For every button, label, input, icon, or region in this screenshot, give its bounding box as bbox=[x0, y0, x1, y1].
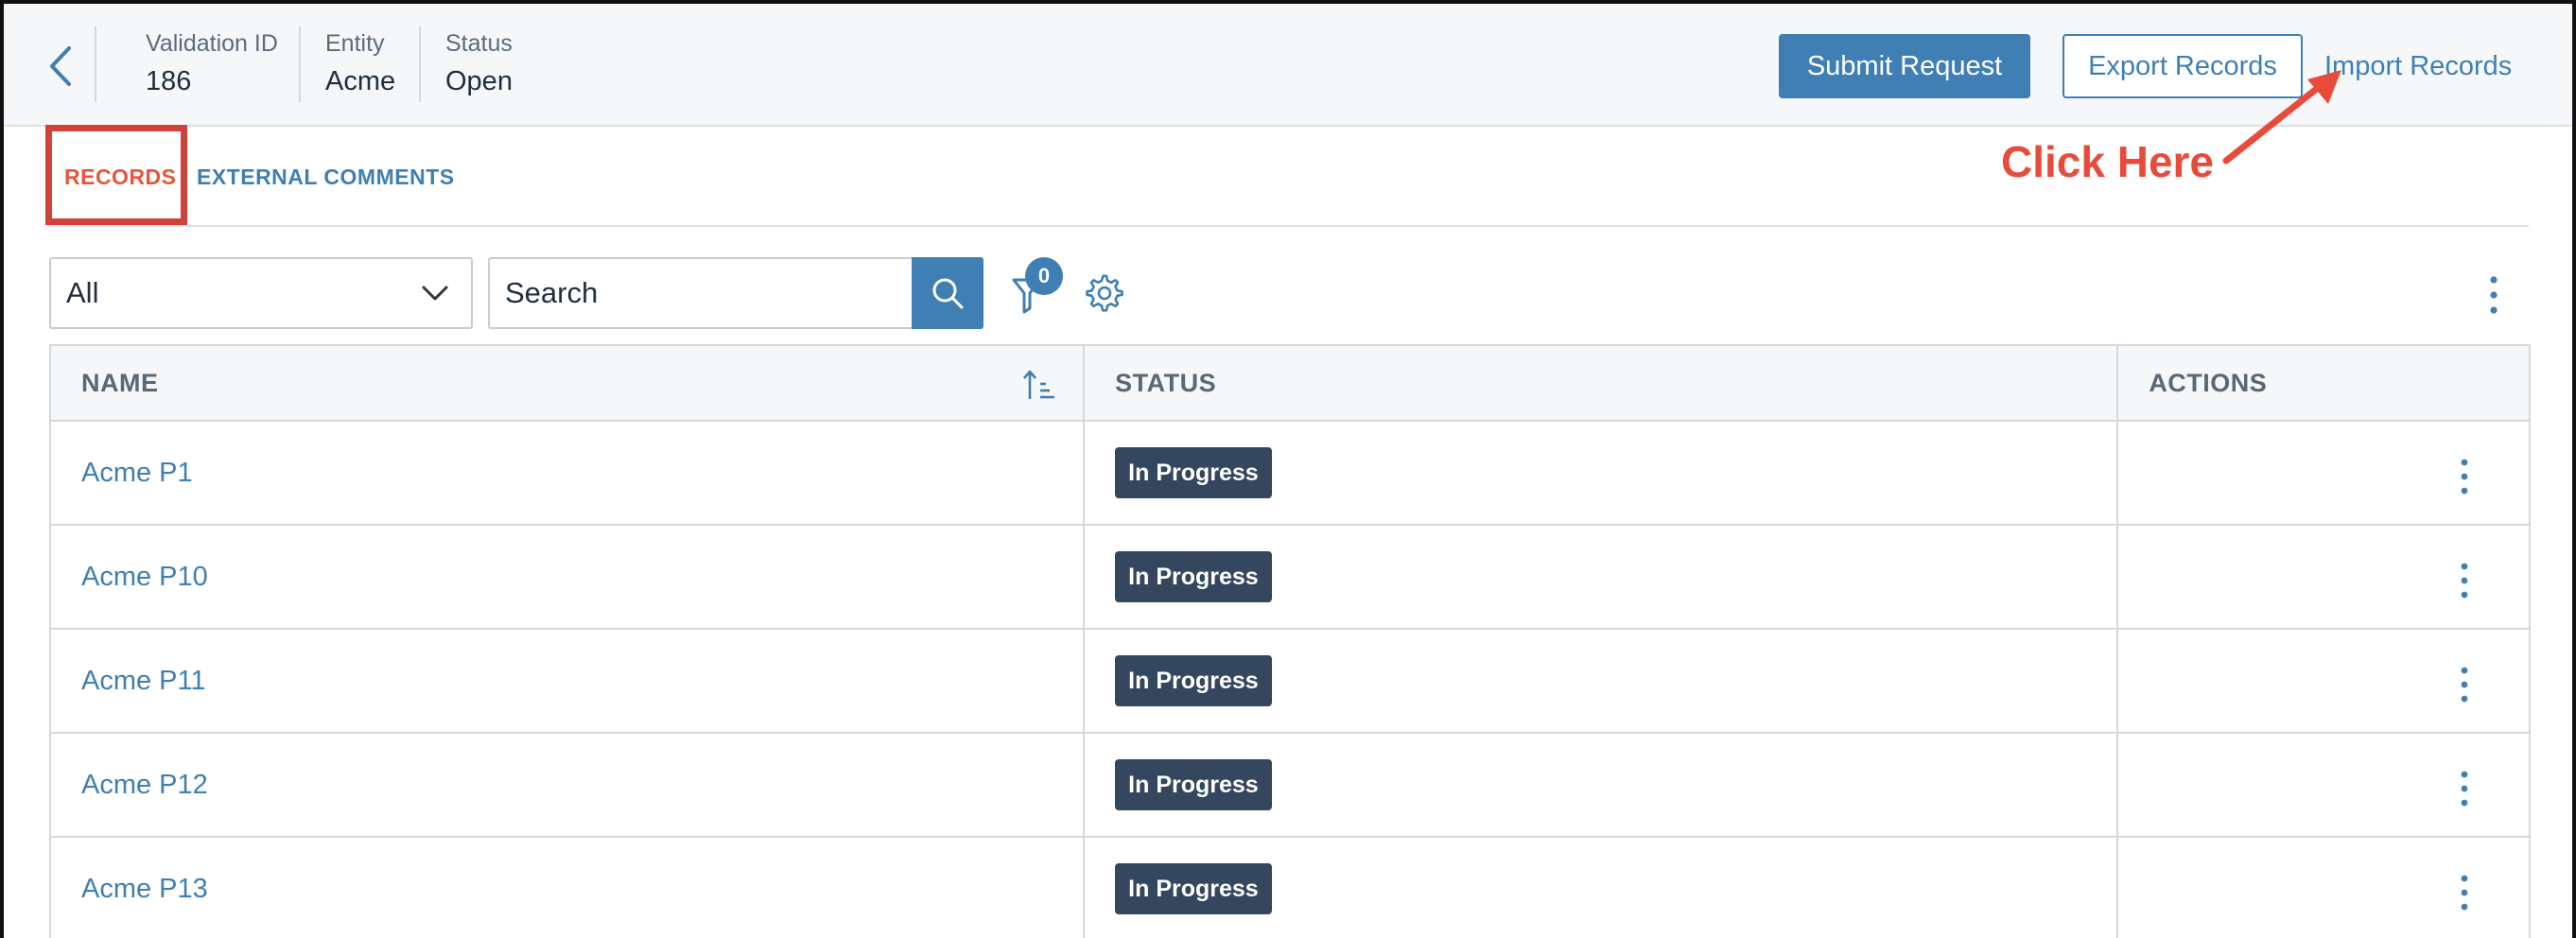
record-name-link[interactable]: Acme P12 bbox=[81, 770, 208, 801]
column-header-actions: ACTIONS bbox=[2149, 368, 2268, 397]
search-button[interactable] bbox=[912, 257, 983, 329]
kebab-icon[interactable] bbox=[2455, 872, 2474, 913]
meta-value: 186 bbox=[146, 66, 192, 96]
view-select[interactable]: All bbox=[49, 257, 473, 329]
sort-ascending-icon[interactable] bbox=[1022, 369, 1056, 403]
meta-entity: Entity Acme bbox=[299, 26, 420, 102]
table-row: Acme P12 In Progress bbox=[51, 734, 2529, 838]
search-input[interactable] bbox=[488, 257, 912, 329]
submit-request-button[interactable]: Submit Request bbox=[1779, 34, 2030, 98]
search-icon bbox=[932, 278, 964, 309]
record-name-link[interactable]: Acme P11 bbox=[81, 666, 206, 697]
meta-label: Entity bbox=[325, 30, 385, 57]
status-badge: In Progress bbox=[1115, 447, 1272, 498]
status-badge: In Progress bbox=[1115, 759, 1272, 810]
import-records-button[interactable]: Import Records bbox=[2324, 34, 2532, 98]
status-badge: In Progress bbox=[1115, 551, 1272, 602]
chevron-down-icon bbox=[422, 286, 448, 301]
tab-external-comments[interactable]: EXTERNAL COMMENTS bbox=[197, 165, 455, 190]
kebab-icon[interactable] bbox=[2455, 456, 2474, 497]
arrow-icon bbox=[2222, 70, 2341, 165]
kebab-icon[interactable] bbox=[2455, 560, 2474, 601]
gear-icon[interactable] bbox=[1086, 274, 1123, 312]
chevron-left-icon bbox=[50, 46, 71, 86]
select-value: All bbox=[66, 276, 99, 309]
meta-status: Status Open bbox=[419, 26, 551, 102]
record-name-link[interactable]: Acme P10 bbox=[81, 562, 208, 593]
column-header-status: STATUS bbox=[1085, 346, 2119, 420]
highlight-box bbox=[45, 125, 187, 225]
page-header: Validation ID 186 Entity Acme Status Ope… bbox=[4, 4, 2572, 127]
meta-value: Acme bbox=[325, 66, 396, 96]
column-header-label: NAME bbox=[81, 368, 159, 397]
back-button[interactable] bbox=[42, 38, 79, 95]
meta-label: Validation ID bbox=[146, 30, 278, 57]
table-header: NAME STATUS ACTIONS bbox=[51, 346, 2529, 422]
record-name-link[interactable]: Acme P1 bbox=[81, 458, 193, 489]
kebab-icon[interactable] bbox=[2481, 272, 2506, 318]
meta-label: Status bbox=[445, 30, 513, 57]
status-badge: In Progress bbox=[1115, 863, 1272, 914]
record-name-link[interactable]: Acme P13 bbox=[81, 874, 208, 905]
records-table: NAME STATUS ACTIONS Acme P1 In Progress … bbox=[49, 344, 2531, 938]
table-row: Acme P13 In Progress bbox=[51, 838, 2529, 938]
table-row: Acme P11 In Progress bbox=[51, 630, 2529, 734]
meta-value: Open bbox=[445, 66, 513, 96]
app-frame: Validation ID 186 Entity Acme Status Ope… bbox=[0, 0, 2576, 938]
table-row: Acme P1 In Progress bbox=[51, 422, 2529, 526]
kebab-icon[interactable] bbox=[2455, 664, 2474, 705]
status-badge: In Progress bbox=[1115, 655, 1272, 706]
meta-validation-id: Validation ID 186 bbox=[95, 26, 301, 102]
column-header-name[interactable]: NAME bbox=[51, 346, 1086, 420]
table-row: Acme P10 In Progress bbox=[51, 526, 2529, 630]
click-here-annotation: Click Here bbox=[2001, 137, 2215, 186]
filter-count-badge: 0 bbox=[1025, 257, 1063, 295]
kebab-icon[interactable] bbox=[2455, 768, 2474, 809]
